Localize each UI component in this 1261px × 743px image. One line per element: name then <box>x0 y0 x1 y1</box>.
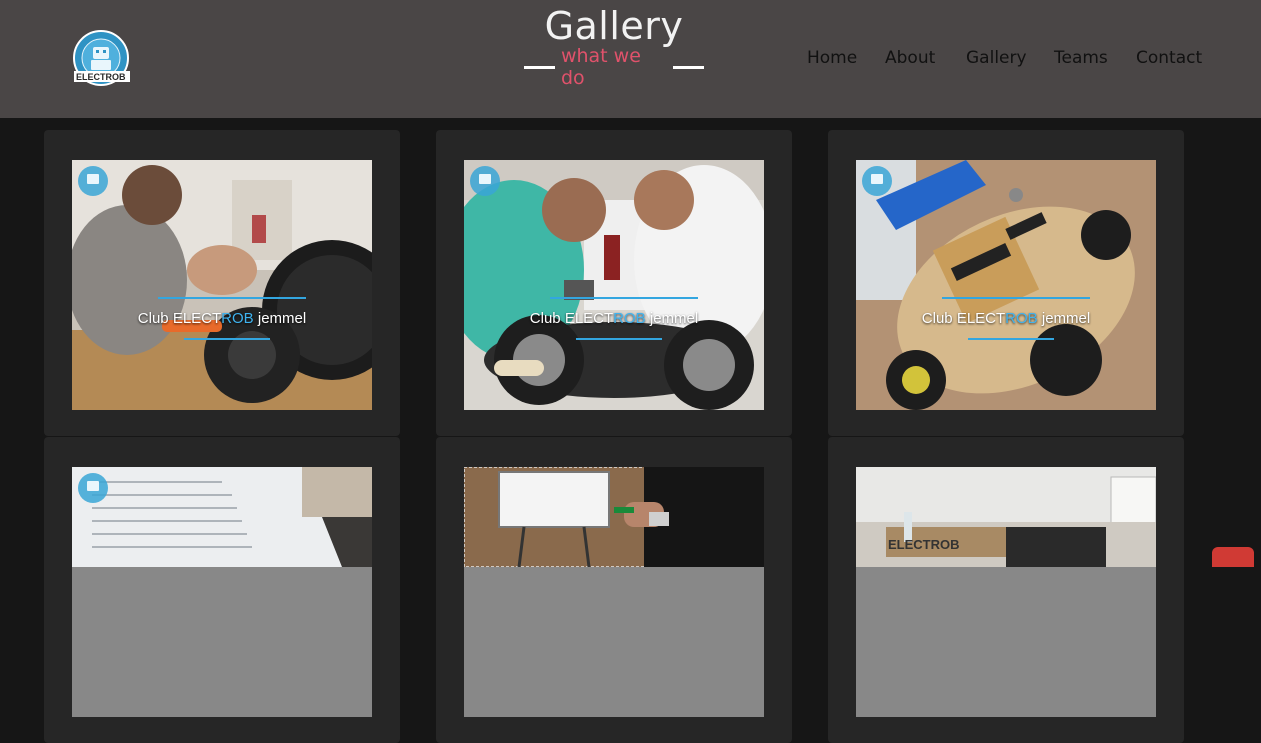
caption-line-bottom <box>576 338 662 340</box>
gallery-photo[interactable]: ELECTROB <box>856 467 1156 717</box>
page-title: Gallery <box>544 4 684 48</box>
watermark-logo-icon <box>78 473 108 503</box>
main-nav: Home About Gallery Teams Contact <box>0 48 1261 72</box>
nav-gallery[interactable]: Gallery <box>966 48 1027 68</box>
gallery-card[interactable] <box>44 437 400 743</box>
gallery-card[interactable]: Club ELECTROB jemmel <box>44 130 400 436</box>
gallery-photo[interactable]: Club ELECTROB jemmel <box>72 160 372 410</box>
caption-line-top <box>158 297 306 299</box>
nav-contact[interactable]: Contact <box>1136 48 1202 68</box>
watermark-logo-icon <box>862 166 892 196</box>
nav-teams[interactable]: Teams <box>1054 48 1108 68</box>
nav-home[interactable]: Home <box>807 48 857 68</box>
caption-line-bottom <box>184 338 270 340</box>
nav-about[interactable]: About <box>885 48 935 68</box>
gallery-card[interactable] <box>436 437 792 743</box>
scroll-to-top-icon[interactable] <box>1212 547 1254 567</box>
watermark-logo-icon <box>470 166 500 196</box>
caption-line-bottom <box>968 338 1054 340</box>
photo-caption: Club ELECTROB jemmel <box>529 310 699 327</box>
caption-line-top <box>942 297 1090 299</box>
gallery-card[interactable]: ELECTROB <box>828 437 1184 743</box>
svg-text:ELECTROB: ELECTROB <box>888 537 960 552</box>
caption-line-top <box>550 297 698 299</box>
gallery-photo[interactable]: Club ELECTROB jemmel <box>856 160 1156 410</box>
gallery-card[interactable]: Club ELECTROB jemmel <box>436 130 792 436</box>
gallery-card[interactable]: Club ELECTROB jemmel <box>828 130 1184 436</box>
watermark-logo-icon <box>78 166 108 196</box>
gallery-photo[interactable]: Club ELECTROB jemmel <box>464 160 764 410</box>
photo-caption: Club ELECTROB jemmel <box>921 310 1091 327</box>
photo-caption: Club ELECTROB jemmel <box>137 310 307 327</box>
gallery-photo[interactable] <box>72 467 372 717</box>
logo-text: ELECTROB <box>76 72 126 82</box>
header: ELECTROB Gallery what we do Home About G… <box>0 0 1261 118</box>
gallery-photo[interactable] <box>464 467 764 717</box>
